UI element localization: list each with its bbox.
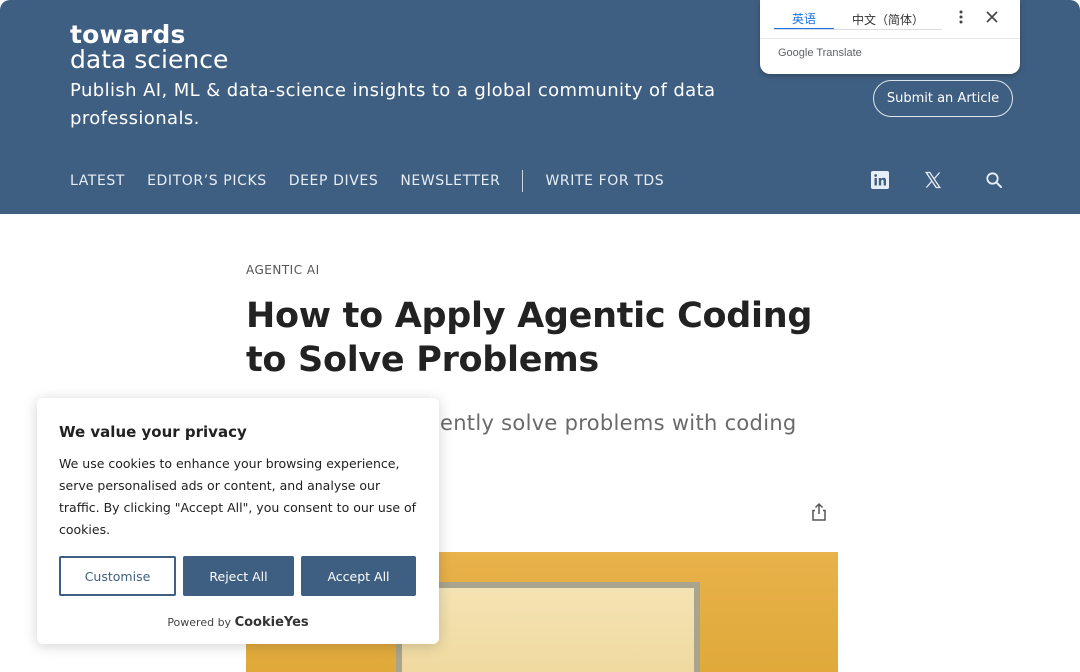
nav-latest[interactable]: LATEST	[70, 173, 125, 189]
translate-tab-underline	[774, 29, 942, 30]
article-title: How to Apply Agentic Coding to Solve Pro…	[246, 296, 813, 380]
site-tagline: Publish AI, ML & data-science insights t…	[70, 80, 716, 129]
site-logo[interactable]: towards data science	[70, 22, 228, 72]
logo-bottom-text: data science	[70, 45, 229, 74]
linkedin-icon[interactable]	[870, 170, 890, 190]
cookie-consent-banner: We value your privacy We use cookies to …	[37, 398, 439, 644]
main-nav: LATEST EDITOR’S PICKS DEEP DIVES NEWSLET…	[70, 169, 686, 193]
cookie-reject-all-button[interactable]: Reject All	[183, 556, 294, 596]
cookie-powered-by: Powered by CookieYes	[37, 615, 439, 630]
translate-tabs: 英语 中文（简体）	[774, 8, 942, 30]
x-icon[interactable]	[923, 170, 943, 190]
cookie-accept-all-button[interactable]: Accept All	[301, 556, 416, 596]
nav-divider	[522, 170, 524, 192]
google-translate-brand: Google Translate	[778, 47, 862, 59]
submit-article-button[interactable]: Submit an Article	[873, 80, 1013, 117]
article-subtitle-text: ciently solve problems with coding	[422, 411, 797, 435]
more-vert-icon[interactable]	[956, 9, 966, 25]
cookieyes-logo[interactable]: CookieYes	[235, 615, 309, 630]
powered-by-label: Powered by	[167, 616, 232, 629]
nav-editors-picks[interactable]: EDITOR’S PICKS	[147, 173, 267, 189]
cookie-title: We value your privacy	[59, 423, 247, 441]
nav-write-for-tds[interactable]: WRITE FOR TDS	[545, 173, 664, 189]
nav-newsletter[interactable]: NEWSLETTER	[400, 173, 500, 189]
logo-top-text: towards	[70, 20, 186, 49]
hero-paper-shape	[396, 582, 700, 672]
translate-popup: 英语 中文（简体） Google Translate	[760, 0, 1020, 74]
translate-divider	[760, 38, 1020, 39]
cookie-customise-button[interactable]: Customise	[59, 556, 176, 596]
cookie-description: We use cookies to enhance your browsing …	[59, 456, 417, 537]
translate-tab-target[interactable]: 中文（简体）	[834, 8, 942, 30]
share-icon[interactable]	[810, 502, 828, 522]
translate-tab-source[interactable]: 英语	[774, 8, 834, 30]
search-icon[interactable]	[984, 170, 1004, 190]
close-icon[interactable]	[984, 9, 1000, 25]
article-category[interactable]: AGENTIC AI	[246, 263, 320, 277]
nav-deep-dives[interactable]: DEEP DIVES	[289, 173, 379, 189]
